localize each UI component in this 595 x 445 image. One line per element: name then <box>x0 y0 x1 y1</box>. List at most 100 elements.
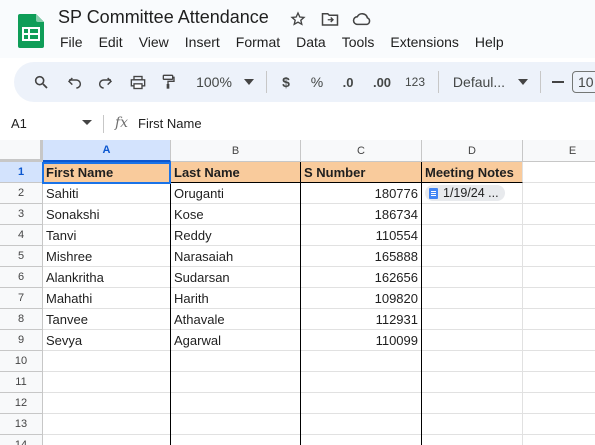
empty-cell[interactable] <box>523 393 595 414</box>
empty-cell[interactable] <box>523 351 595 372</box>
row-header[interactable]: 6 <box>0 267 43 288</box>
document-title[interactable]: SP Committee Attendance <box>58 7 269 28</box>
row-header[interactable]: 5 <box>0 246 43 267</box>
name-box-chevron-down-icon[interactable] <box>82 120 92 125</box>
menu-view[interactable]: View <box>139 34 169 50</box>
sheets-logo-icon[interactable] <box>18 14 44 48</box>
table-cell[interactable]: Sudarsan <box>171 267 301 288</box>
table-cell[interactable]: Oruganti <box>171 183 301 204</box>
decrease-font-size-button[interactable] <box>551 62 565 102</box>
column-header-b[interactable]: B <box>171 140 301 162</box>
empty-cell[interactable] <box>301 435 422 445</box>
table-cell[interactable]: Narasaiah <box>171 246 301 267</box>
row-header[interactable]: 2 <box>0 183 43 204</box>
row-header[interactable]: 13 <box>0 414 43 435</box>
formula-input[interactable]: First Name <box>138 116 202 131</box>
empty-cell[interactable] <box>523 267 595 288</box>
empty-cell[interactable] <box>422 414 523 435</box>
empty-cell[interactable] <box>301 414 422 435</box>
header-cell[interactable] <box>523 162 595 183</box>
table-cell[interactable]: Mahathi <box>43 288 171 309</box>
empty-cell[interactable] <box>301 372 422 393</box>
table-cell[interactable]: 162656 <box>301 267 422 288</box>
menu-extensions[interactable]: Extensions <box>390 34 458 50</box>
table-cell[interactable]: 165888 <box>301 246 422 267</box>
empty-cell[interactable] <box>43 372 171 393</box>
table-cell[interactable]: 110099 <box>301 330 422 351</box>
font-family-select[interactable]: Defaul... <box>450 62 508 102</box>
header-cell[interactable]: S Number <box>301 162 422 183</box>
menu-file[interactable]: File <box>60 34 83 50</box>
header-cell[interactable]: Last Name <box>171 162 301 183</box>
table-cell[interactable] <box>422 246 523 267</box>
table-cell[interactable]: Tanvee <box>43 309 171 330</box>
increase-decimal-button[interactable]: .00 <box>368 62 396 102</box>
empty-cell[interactable] <box>523 288 595 309</box>
print-icon[interactable] <box>127 62 149 102</box>
select-all-corner[interactable] <box>0 140 43 162</box>
empty-cell[interactable] <box>171 351 301 372</box>
table-cell[interactable] <box>422 225 523 246</box>
empty-cell[interactable] <box>301 351 422 372</box>
cloud-saved-icon[interactable] <box>352 9 372 29</box>
table-cell[interactable]: 186734 <box>301 204 422 225</box>
table-cell[interactable]: Alankritha <box>43 267 171 288</box>
empty-cell[interactable] <box>523 246 595 267</box>
row-header[interactable]: 10 <box>0 351 43 372</box>
empty-cell[interactable] <box>43 393 171 414</box>
row-header[interactable]: 11 <box>0 372 43 393</box>
currency-format-button[interactable]: $ <box>278 62 294 102</box>
paint-format-icon[interactable] <box>157 62 179 102</box>
empty-cell[interactable] <box>523 372 595 393</box>
empty-cell[interactable] <box>171 393 301 414</box>
empty-cell[interactable] <box>171 372 301 393</box>
column-header-a[interactable]: A <box>43 140 171 162</box>
row-header[interactable]: 12 <box>0 393 43 414</box>
empty-cell[interactable] <box>523 225 595 246</box>
menu-format[interactable]: Format <box>236 34 280 50</box>
table-cell[interactable]: Reddy <box>171 225 301 246</box>
row-header[interactable]: 14 <box>0 435 43 445</box>
decrease-decimal-button[interactable]: .0 <box>336 62 360 102</box>
redo-icon[interactable] <box>94 62 116 102</box>
table-cell[interactable]: 1/19/24 ... <box>422 183 523 204</box>
empty-cell[interactable] <box>422 351 523 372</box>
font-chevron-down-icon[interactable] <box>516 62 530 102</box>
table-cell[interactable]: Mishree <box>43 246 171 267</box>
empty-cell[interactable] <box>422 372 523 393</box>
table-cell[interactable] <box>422 204 523 225</box>
menu-help[interactable]: Help <box>475 34 504 50</box>
zoom-chevron-down-icon[interactable] <box>242 62 256 102</box>
menu-edit[interactable]: Edit <box>99 34 123 50</box>
table-cell[interactable]: Sevya <box>43 330 171 351</box>
row-header[interactable]: 3 <box>0 204 43 225</box>
menu-data[interactable]: Data <box>296 34 326 50</box>
empty-cell[interactable] <box>43 351 171 372</box>
empty-cell[interactable] <box>301 393 422 414</box>
empty-cell[interactable] <box>422 393 523 414</box>
row-header[interactable]: 8 <box>0 309 43 330</box>
row-header[interactable]: 7 <box>0 288 43 309</box>
empty-cell[interactable] <box>523 309 595 330</box>
table-cell[interactable]: Agarwal <box>171 330 301 351</box>
empty-cell[interactable] <box>43 435 171 445</box>
more-formats-button[interactable]: 123 <box>402 62 428 102</box>
empty-cell[interactable] <box>523 435 595 445</box>
empty-cell[interactable] <box>523 330 595 351</box>
table-cell[interactable]: Harith <box>171 288 301 309</box>
table-cell[interactable] <box>422 330 523 351</box>
table-cell[interactable]: Kose <box>171 204 301 225</box>
column-header-c[interactable]: C <box>301 140 422 162</box>
table-cell[interactable]: 109820 <box>301 288 422 309</box>
table-cell[interactable]: 112931 <box>301 309 422 330</box>
row-header[interactable]: 1 <box>0 162 43 183</box>
menu-insert[interactable]: Insert <box>185 34 220 50</box>
header-cell[interactable]: Meeting Notes <box>422 162 523 183</box>
move-to-folder-icon[interactable] <box>320 9 340 29</box>
table-cell[interactable]: Sonakshi <box>43 204 171 225</box>
undo-icon[interactable] <box>64 62 86 102</box>
column-header-d[interactable]: D <box>422 140 523 162</box>
empty-cell[interactable] <box>422 435 523 445</box>
search-menus-icon[interactable] <box>30 62 52 102</box>
star-icon[interactable] <box>288 9 308 29</box>
